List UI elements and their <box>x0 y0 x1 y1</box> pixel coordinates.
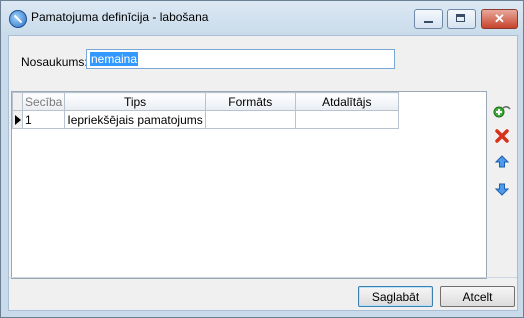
name-input[interactable]: nemaina <box>86 49 395 69</box>
save-button[interactable]: Saglabāt <box>358 286 433 307</box>
title-bar[interactable]: Pamatojuma definīcija - labošana ✕ <box>1 1 523 35</box>
delete-row-button[interactable] <box>493 127 511 145</box>
move-up-icon <box>494 155 510 168</box>
column-header-secibа[interactable]: Secība <box>21 92 66 111</box>
grid-header-row: Secība Tips Formāts Atdalītājs <box>12 92 399 111</box>
close-button[interactable]: ✕ <box>481 9 518 29</box>
row-header-corner <box>12 92 23 111</box>
move-down-icon <box>494 183 510 196</box>
minimize-button[interactable] <box>414 9 443 29</box>
column-header-tips[interactable]: Tips <box>64 92 206 111</box>
name-label: Nosaukums: <box>21 55 88 69</box>
maximize-button[interactable] <box>447 9 476 29</box>
dialog-body: Nosaukums: nemaina Secība Tips Formāts A… <box>8 35 518 311</box>
name-input-value: nemaina <box>90 52 139 66</box>
definition-grid[interactable]: Secība Tips Formāts Atdalītājs 1 Iepriek… <box>11 91 487 279</box>
column-header-formats[interactable]: Formāts <box>204 92 296 111</box>
add-icon <box>493 105 511 118</box>
current-row-indicator <box>12 110 23 129</box>
row-pointer-icon <box>15 114 21 125</box>
cell-type[interactable]: Iepriekšējais pamatojums <box>64 110 206 129</box>
app-icon <box>9 10 27 28</box>
grid-table: Secība Tips Formāts Atdalītājs 1 Iepriek… <box>12 92 399 129</box>
move-down-button[interactable] <box>493 180 511 198</box>
window-title: Pamatojuma definīcija - labošana <box>31 10 209 24</box>
cancel-button[interactable]: Atcelt <box>440 286 515 307</box>
minimize-icon <box>424 21 433 23</box>
maximize-icon <box>456 14 465 22</box>
close-icon: ✕ <box>494 11 505 26</box>
add-row-button[interactable] <box>493 102 511 120</box>
move-up-button[interactable] <box>493 153 511 171</box>
cell-format[interactable] <box>204 110 296 129</box>
table-row[interactable]: 1 Iepriekšējais pamatojums <box>12 110 399 129</box>
delete-icon <box>495 129 509 143</box>
dialog-window: Pamatojuma definīcija - labošana ✕ Nosau… <box>0 0 524 318</box>
column-header-atdalitajs[interactable]: Atdalītājs <box>294 92 399 111</box>
cell-separator[interactable] <box>294 110 399 129</box>
cell-seq[interactable]: 1 <box>21 110 66 129</box>
footer-divider <box>9 277 517 278</box>
